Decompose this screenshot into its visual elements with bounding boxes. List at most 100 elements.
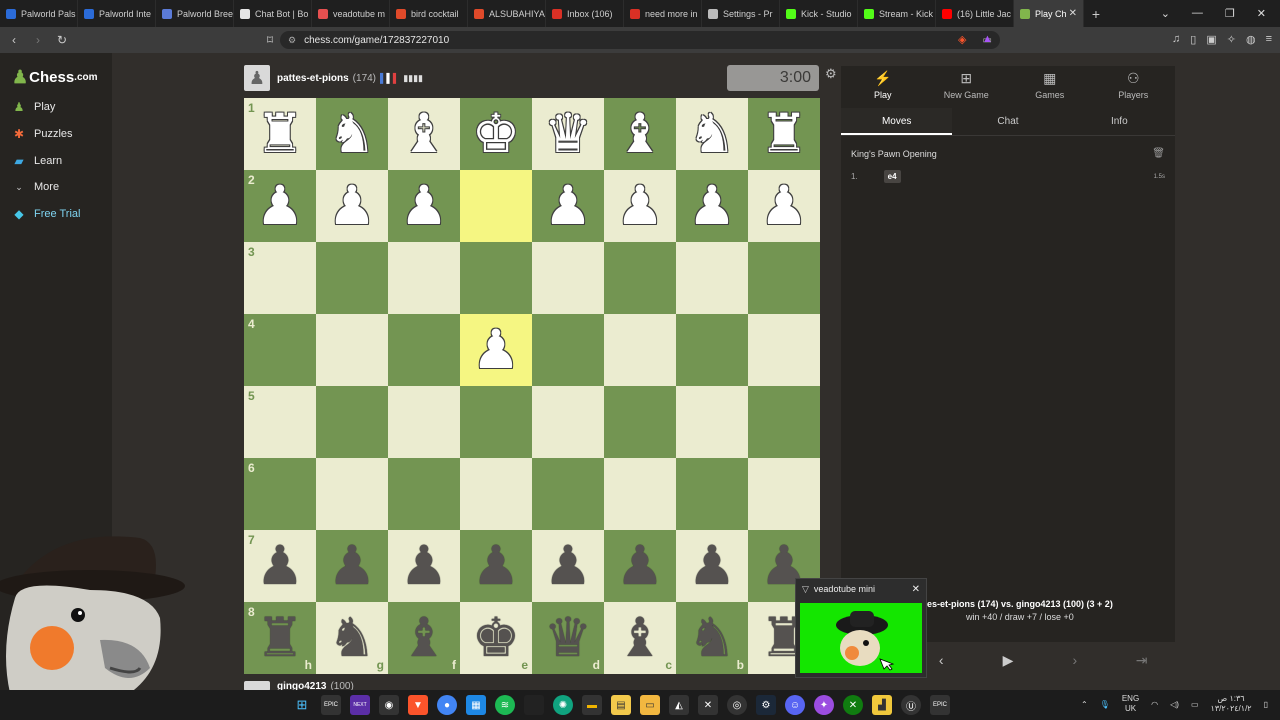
tab-play[interactable]: ⚡ Play [841,66,925,108]
black-pawn-icon[interactable]: ♟ [472,539,520,593]
white-pawn-icon[interactable]: ♟ [616,179,664,233]
black-pawn-icon[interactable]: ♟ [256,539,304,593]
sidebar-item-more[interactable]: ⌄ More [12,180,59,194]
language-indicator[interactable]: ENG UK [1122,694,1139,714]
bar-app-icon[interactable]: ▬ [582,695,602,715]
browser-tab[interactable]: Settings - Pr [702,0,780,27]
black-pawn-icon[interactable]: ♟ [328,539,376,593]
clock[interactable]: ١:٣٦ ﺹ ١٣/٢٠٢٤/١/٢ [1211,694,1252,714]
board-square[interactable] [676,314,748,386]
black-pawn-icon[interactable]: ♟ [616,539,664,593]
next-move-button[interactable]: › [1041,645,1108,675]
browser-tab[interactable]: Palworld Pals [0,0,78,27]
avatar[interactable]: ♟ [244,65,270,91]
epic-games-icon[interactable]: EPIC [321,695,341,715]
white-pawn-icon[interactable]: ♟ [760,179,808,233]
browser-tab[interactable]: need more in [624,0,702,27]
black-bishop-icon[interactable]: ♝ [616,611,664,665]
board-square[interactable]: 8 h ♜ [244,602,316,674]
tab-search-icon[interactable]: ⌄ [1161,7,1170,20]
white-pawn-icon[interactable]: ♟ [328,179,376,233]
board-square[interactable] [460,458,532,530]
board-square[interactable] [316,386,388,458]
browser-tab[interactable]: (16) Little Jac [936,0,1014,27]
board-square[interactable]: ♚ [460,98,532,170]
app-icon[interactable] [524,695,544,715]
browser-tab[interactable]: ALSUBAHIYA [468,0,546,27]
steam-icon[interactable]: ⚙ [756,695,776,715]
board-square[interactable] [748,386,820,458]
board-square[interactable]: 3 [244,242,316,314]
black-knight-icon[interactable]: ♞ [328,611,376,665]
board-square[interactable]: ♟ [604,530,676,602]
sidebar-item-puzzles[interactable]: ✱ Puzzles [12,127,73,141]
unity-icon[interactable]: ◭ [669,695,689,715]
back-icon[interactable]: ‹ [4,33,24,47]
board-square[interactable]: ♝ [604,98,676,170]
browser-tab[interactable]: Palworld Inte [78,0,156,27]
xbox-icon[interactable]: ✕ [843,695,863,715]
board-square[interactable]: g ♞ [316,602,388,674]
board-square[interactable]: ♜ [748,98,820,170]
board-square[interactable] [604,386,676,458]
white-pawn-icon[interactable]: ♟ [688,179,736,233]
trash-icon[interactable]: 🗑 [1152,148,1165,159]
board-square[interactable] [676,458,748,530]
wallet-icon[interactable]: ▣ [1206,33,1216,46]
tab-new-game[interactable]: ⊞ New Game [925,66,1009,108]
board-square[interactable] [532,242,604,314]
forward-icon[interactable]: › [28,33,48,47]
board-square[interactable]: 7 ♟ [244,530,316,602]
board-square[interactable]: ♟ [676,530,748,602]
vs-icon[interactable]: ▟ [872,695,892,715]
white-pawn-icon[interactable]: ♟ [472,323,520,377]
subtab-moves[interactable]: Moves [841,108,953,135]
close-tab-icon[interactable]: ✕ [1069,8,1077,19]
board-square[interactable]: ♟ [748,170,820,242]
last-move-button[interactable]: ⇥ [1108,645,1175,675]
white-queen-icon[interactable]: ♛ [544,107,592,161]
white-bishop-icon[interactable]: ♝ [400,107,448,161]
white-rook-icon[interactable]: ♜ [256,107,304,161]
board-square[interactable] [316,314,388,386]
board-square[interactable] [676,386,748,458]
board-square[interactable] [532,386,604,458]
board-square[interactable]: 1 ♜ [244,98,316,170]
leo-icon[interactable]: ✧ [1227,33,1236,46]
url-field[interactable]: ⚙ chess.com/game/172837227010 ▭ [280,31,1000,49]
sidebar-item-learn[interactable]: ▰ Learn [12,154,62,168]
board-square[interactable] [676,242,748,314]
mic-icon[interactable]: 🎙 [1100,700,1110,709]
board-square[interactable]: ♝ [388,98,460,170]
play-button[interactable]: ▶ [975,645,1042,675]
black-rook-icon[interactable]: ♜ [256,611,304,665]
board-square[interactable] [388,314,460,386]
tab-players[interactable]: ⚇ Players [1092,66,1176,108]
board-square[interactable] [388,458,460,530]
subtab-chat[interactable]: Chat [952,108,1063,135]
black-queen-icon[interactable]: ♛ [544,611,592,665]
board-square[interactable]: ♟ [388,170,460,242]
spotify-icon[interactable]: ≋ [495,695,515,715]
board-square[interactable] [460,386,532,458]
browser-tab[interactable]: Kick - Studio [780,0,858,27]
maximize-button[interactable]: ❐ [1225,7,1235,20]
board-square[interactable]: e ♚ [460,602,532,674]
board-square[interactable]: ♞ [316,98,388,170]
board-square[interactable] [316,242,388,314]
sticky-icon[interactable]: ▤ [611,695,631,715]
board-square[interactable]: f ♝ [388,602,460,674]
browser-tab[interactable]: bird cocktail [390,0,468,27]
board-square[interactable]: ♛ [532,98,604,170]
media-icon[interactable]: ♫ [1172,33,1180,46]
board-square[interactable] [748,458,820,530]
browser-tab[interactable]: Palworld Bree [156,0,234,27]
discord-icon[interactable]: ☺ [785,695,805,715]
board-square[interactable]: ♟ [532,170,604,242]
browser-tab[interactable]: Inbox (106) [546,0,624,27]
board-square[interactable]: b ♞ [676,602,748,674]
board-square[interactable]: 2 ♟ [244,170,316,242]
subtab-info[interactable]: Info [1064,108,1175,135]
board-square[interactable] [532,314,604,386]
capcut-icon[interactable]: ✕ [698,695,718,715]
